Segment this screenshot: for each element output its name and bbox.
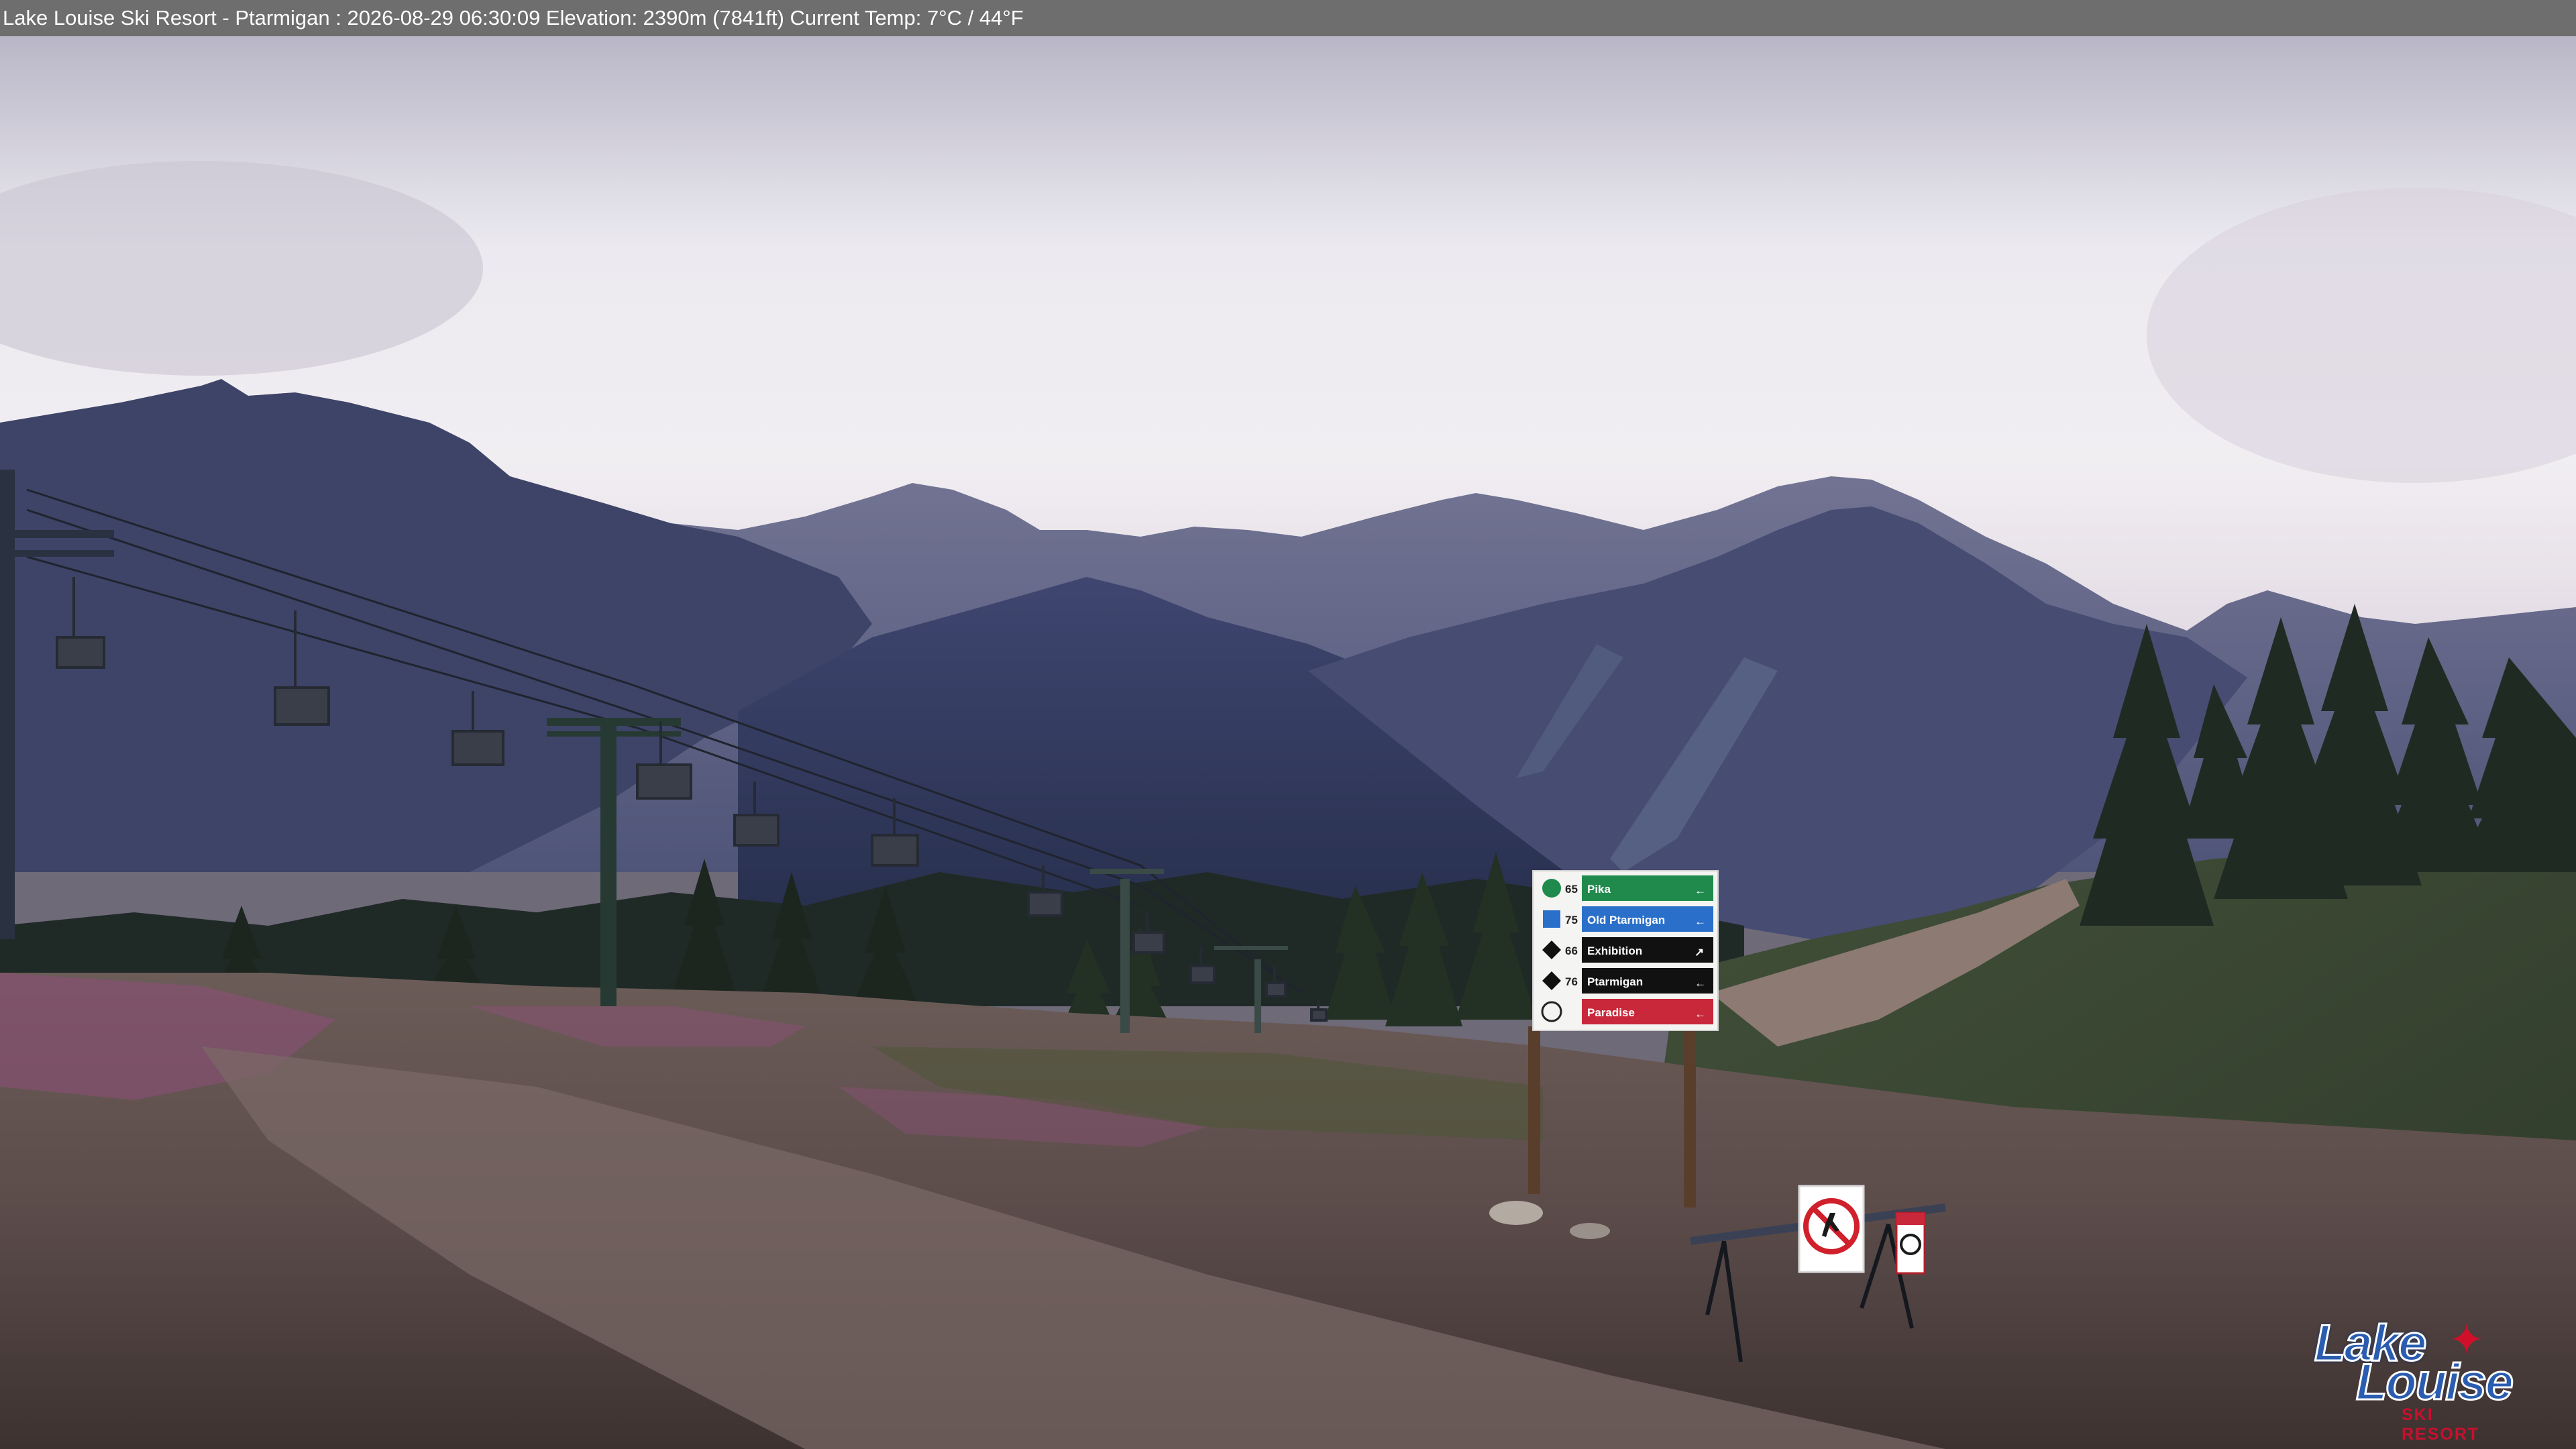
direction-arrow-icon: ↗ — [1695, 946, 1704, 959]
trail-number: 65 — [1565, 883, 1578, 896]
trail-name: Ptarmigan — [1587, 975, 1643, 988]
logo-line-louise: Louise — [2355, 1354, 2515, 1411]
trail-number: 76 — [1565, 975, 1578, 988]
webcam-caption: Lake Louise Ski Resort - Ptarmigan : 202… — [3, 6, 1024, 30]
trail-name: Paradise — [1587, 1006, 1635, 1019]
lake-louise-logo: Lake ✦ Louise SKI RESORT — [2313, 1317, 2516, 1444]
trail-number: 75 — [1565, 914, 1578, 926]
direction-arrow-icon: ← — [1695, 884, 1706, 897]
sign-post — [1684, 1026, 1696, 1208]
rock — [1489, 1201, 1543, 1225]
sign-post — [1528, 1026, 1540, 1194]
trail-name: Exhibition — [1587, 945, 1642, 957]
direction-arrow-icon: ← — [1695, 977, 1706, 989]
trail-name: Pika — [1587, 883, 1611, 896]
logo-line-ski-resort: SKI RESORT — [2402, 1405, 2480, 1444]
rock — [1570, 1223, 1610, 1239]
blue-square-icon — [1543, 910, 1560, 928]
direction-arrow-icon: ← — [1695, 915, 1706, 928]
trail-number: 66 — [1565, 945, 1578, 957]
webcam-scene: 65 Pika ← 75 Old Ptarmigan ← 66 Exhibition ↗ 76 Pt… — [0, 36, 2576, 1449]
green-circle-icon — [1542, 879, 1561, 898]
direction-arrow-icon: ← — [1695, 1008, 1706, 1020]
webcam-info-bar: Lake Louise Ski Resort - Ptarmigan : 202… — [0, 0, 2576, 36]
trail-name: Old Ptarmigan — [1587, 914, 1665, 926]
